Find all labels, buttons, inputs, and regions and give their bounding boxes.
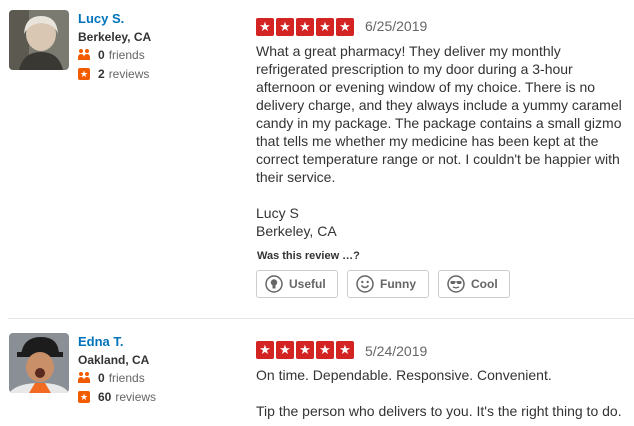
user-name-link[interactable]: Edna T. [78,334,124,349]
star-icon: ★ [296,18,314,36]
lightbulb-icon [265,275,283,293]
review-item: Lucy S. Berkeley, CA 0 friends ★ 2 reviews… [0,0,634,318]
review-date: 6/25/2019 [365,18,428,34]
funny-button[interactable]: Funny [347,270,429,298]
friends-count: 0 friends [78,48,145,62]
friends-count: 0 friends [78,371,145,385]
friends-icon [78,372,92,384]
star-badge-icon: ★ [78,391,90,403]
star-icon: ★ [316,18,334,36]
cool-button[interactable]: Cool [438,270,510,298]
user-location: Berkeley, CA [78,30,152,44]
star-icon: ★ [276,18,294,36]
star-rating: ★ ★ ★ ★ ★ [256,341,354,359]
useful-button[interactable]: Useful [256,270,338,298]
user-location: Oakland, CA [78,353,150,367]
star-icon: ★ [276,341,294,359]
reviews-count: ★ 60 reviews [78,390,157,404]
star-badge-icon: ★ [78,68,90,80]
sunglasses-icon [447,275,465,293]
review-date: 5/24/2019 [365,343,428,359]
star-icon: ★ [336,341,354,359]
review-item: Edna T. Oakland, CA 0 friends ★ 60 reviews… [0,318,634,426]
star-icon: ★ [256,18,274,36]
star-rating: ★ ★ ★ ★ ★ [256,18,354,36]
smiley-icon [356,275,374,293]
user-avatar[interactable] [9,10,69,70]
friends-icon [78,49,92,61]
reviews-count: ★ 2 reviews [78,67,150,81]
star-icon: ★ [296,341,314,359]
star-icon: ★ [336,18,354,36]
review-text: What a great pharmacy! They deliver my m… [256,43,622,239]
star-icon: ★ [316,341,334,359]
user-name-link[interactable]: Lucy S. [78,11,124,26]
user-avatar[interactable] [9,333,69,393]
star-icon: ★ [256,341,274,359]
helpful-prompt: Was this review …? [257,250,360,262]
review-text: On time. Dependable. Responsive. Conveni… [256,367,622,419]
